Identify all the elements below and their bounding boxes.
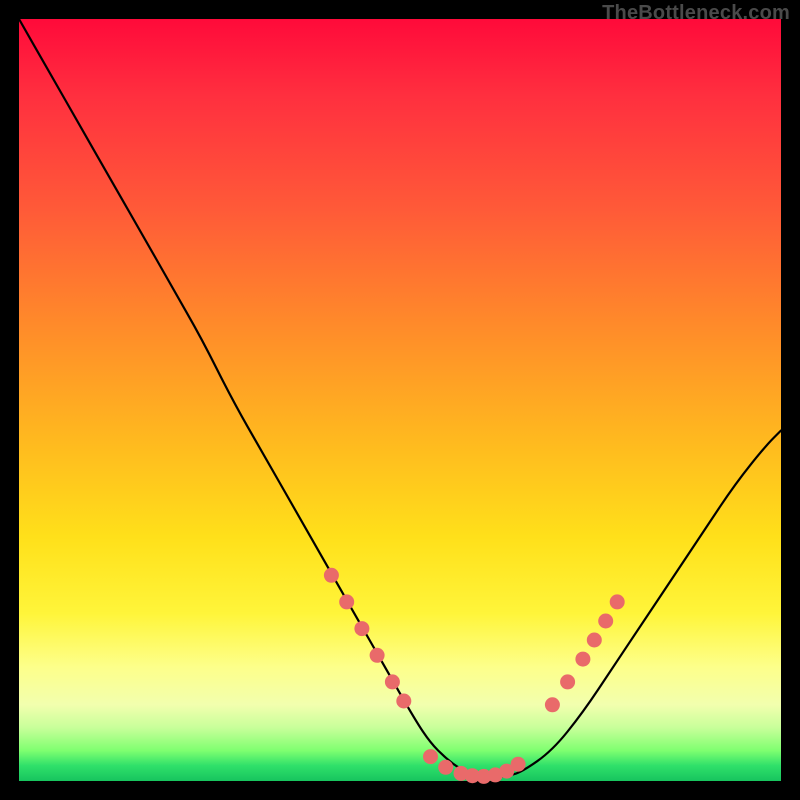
highlight-dot — [370, 648, 385, 663]
highlight-dot — [610, 594, 625, 609]
highlight-dot — [354, 621, 369, 636]
highlight-dot — [575, 652, 590, 667]
curve-highlight-dots — [324, 568, 625, 784]
highlight-dot — [545, 697, 560, 712]
highlight-dot — [423, 749, 438, 764]
chart-frame: TheBottleneck.com — [0, 0, 800, 800]
highlight-dot — [324, 568, 339, 583]
highlight-dot — [560, 674, 575, 689]
highlight-dot — [587, 633, 602, 648]
highlight-dot — [598, 614, 613, 629]
watermark-text: TheBottleneck.com — [602, 2, 790, 25]
highlight-dot — [385, 674, 400, 689]
highlight-dot — [339, 594, 354, 609]
highlight-dot — [511, 757, 526, 772]
highlight-dot — [438, 760, 453, 775]
chart-overlay — [19, 19, 781, 781]
highlight-dot — [396, 694, 411, 709]
bottleneck-curve — [19, 19, 781, 777]
